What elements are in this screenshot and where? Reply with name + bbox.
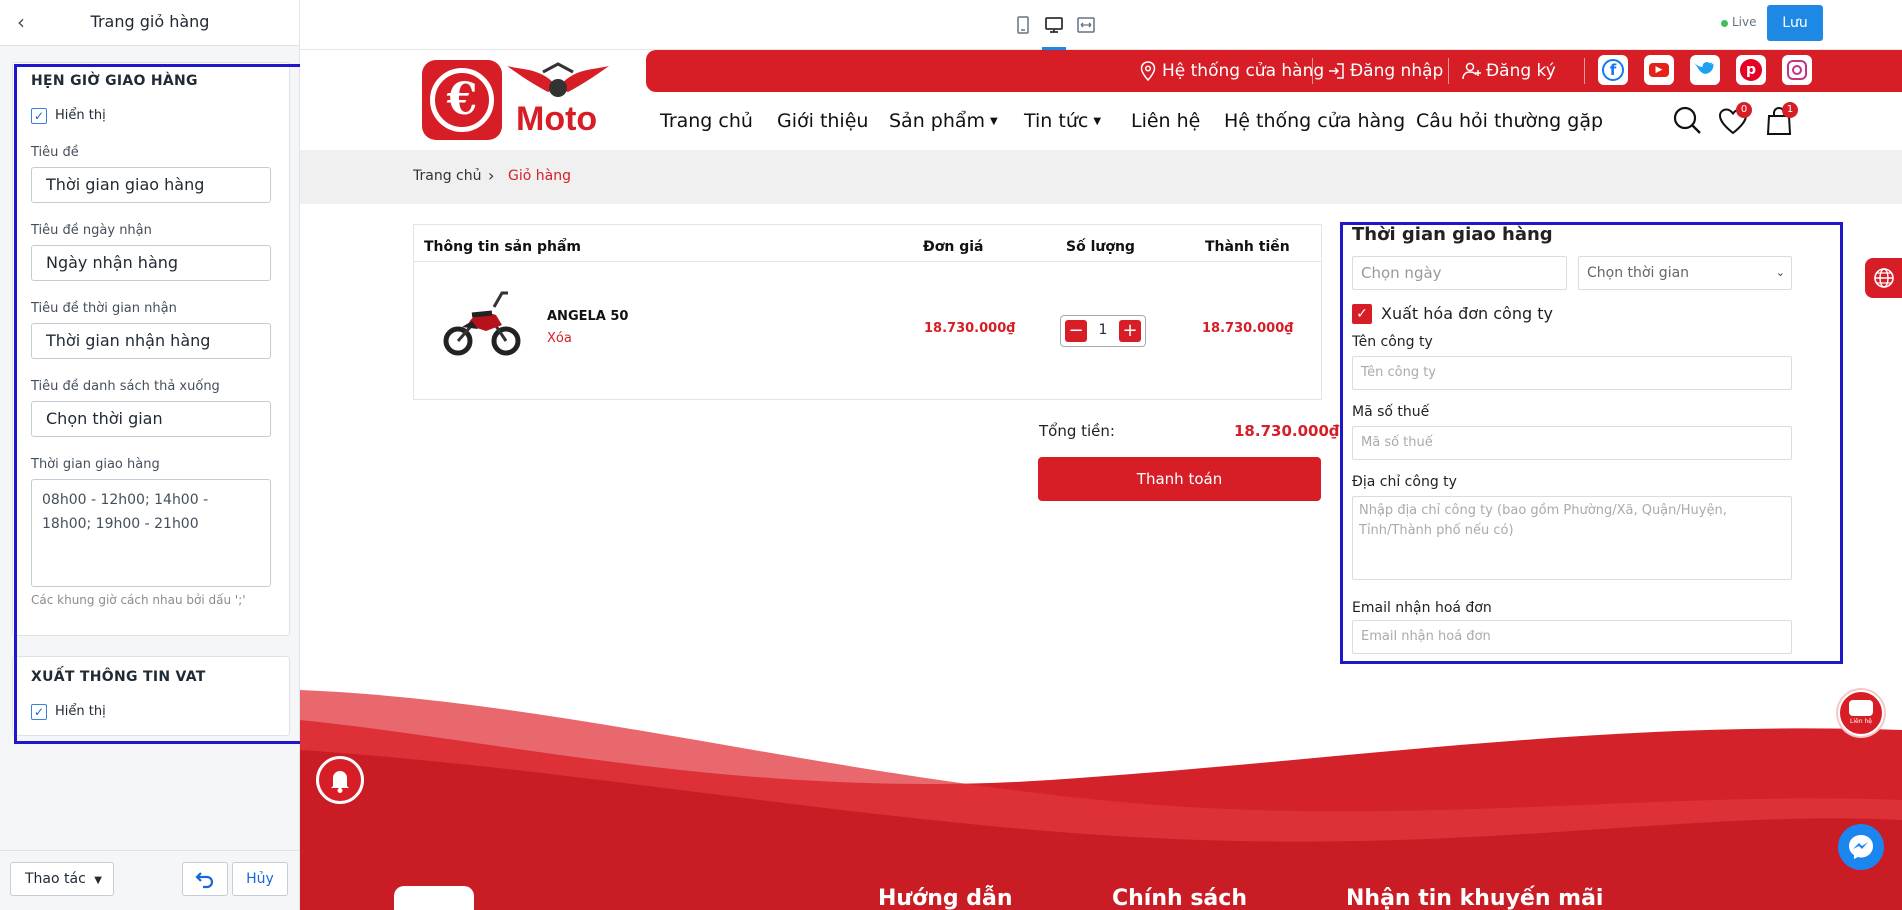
col-header-total: Thành tiền	[1205, 239, 1290, 255]
top-info-bar: Hệ thống cửa hàng Đăng nhập Đăng ký f ▶ …	[646, 50, 1902, 92]
wishlist-count-badge: 0	[1736, 102, 1752, 118]
euro-icon: €	[430, 68, 494, 132]
col-header-product: Thông tin sản phẩm	[424, 239, 581, 255]
back-arrow-icon[interactable]: ‹	[8, 11, 34, 35]
save-button[interactable]: Lưu	[1767, 5, 1823, 41]
nav-products-label: Sản phẩm	[889, 110, 986, 132]
total-label: Tổng tiền:	[1039, 422, 1115, 440]
nav-contact[interactable]: Liên hệ	[1131, 110, 1200, 132]
nav-news-label: Tin tức	[1024, 110, 1089, 132]
col-header-quantity: Số lượng	[1066, 239, 1135, 255]
search-icon[interactable]	[1672, 105, 1702, 135]
quantity-value[interactable]: 1	[1091, 322, 1115, 338]
globe-icon	[1874, 268, 1894, 288]
register-icon	[1462, 62, 1481, 80]
caret-down-icon: ▼	[94, 875, 102, 886]
contact-widget-label: Liên hệ	[1850, 718, 1872, 725]
highlight-box-sidebar	[14, 64, 306, 744]
footer-heading-policy: Chính sách	[1112, 886, 1247, 910]
total-value: 18.730.000₫	[1234, 422, 1340, 440]
checkout-button[interactable]: Thanh toán	[1038, 457, 1321, 501]
breadcrumb-home[interactable]: Trang chủ	[413, 168, 481, 184]
youtube-icon[interactable]: ▶	[1644, 55, 1674, 85]
footer-heading-newsletter: Nhận tin khuyến mãi	[1346, 886, 1604, 910]
breadcrumb-current: Giỏ hàng	[508, 168, 571, 184]
mobile-view-icon[interactable]	[1012, 14, 1034, 36]
undo-button[interactable]	[182, 862, 228, 896]
register-link[interactable]: Đăng ký	[1486, 61, 1556, 81]
line-total: 18.730.000₫	[1202, 321, 1294, 336]
sidebar-title: Trang giỏ hàng	[90, 12, 210, 31]
divider	[414, 261, 1321, 262]
bell-icon	[331, 771, 349, 793]
footer-wave-background	[300, 690, 1902, 910]
breadcrumb: Trang chủ › Giỏ hàng	[300, 150, 1902, 204]
store-system-link[interactable]: Hệ thống cửa hàng	[1162, 61, 1324, 81]
cart-count-badge: 1	[1782, 102, 1798, 118]
messenger-icon	[1849, 835, 1873, 859]
login-icon	[1329, 63, 1344, 79]
nav-products[interactable]: Sản phẩm ▼	[889, 110, 998, 132]
instagram-icon[interactable]	[1782, 55, 1812, 85]
sidebar-header: ‹ Trang giỏ hàng	[0, 0, 299, 46]
location-pin-icon	[1140, 61, 1156, 81]
live-status-dot	[1721, 20, 1728, 27]
logo-wings-icon	[507, 62, 609, 97]
highlight-box-delivery-form	[1340, 222, 1843, 664]
chat-bubble-icon	[1849, 700, 1873, 716]
divider	[1448, 58, 1449, 84]
quantity-stepper: − 1 +	[1060, 315, 1146, 347]
product-name[interactable]: ANGELA 50	[547, 309, 628, 324]
decrease-quantity-button[interactable]: −	[1065, 320, 1087, 342]
product-image[interactable]	[442, 285, 522, 357]
remove-link[interactable]: Xóa	[547, 331, 572, 346]
nav-about[interactable]: Giới thiệu	[777, 110, 868, 132]
unit-price: 18.730.000₫	[924, 321, 1016, 336]
nav-home[interactable]: Trang chủ	[660, 110, 753, 132]
editor-toolbar	[300, 0, 1902, 50]
fullwidth-view-icon[interactable]	[1075, 14, 1097, 36]
caret-down-icon: ▼	[1093, 116, 1102, 127]
breadcrumb-separator-icon: ›	[488, 166, 495, 185]
increase-quantity-button[interactable]: +	[1119, 320, 1141, 342]
cancel-button[interactable]: Hủy	[232, 862, 288, 896]
login-link[interactable]: Đăng nhập	[1350, 61, 1443, 81]
sidebar-footer: Thao tác ▼ Hủy	[0, 850, 299, 910]
col-header-price: Đơn giá	[923, 239, 984, 255]
contact-widget-button[interactable]: Liên hệ	[1838, 690, 1884, 736]
footer-heading-guide: Hướng dẫn	[878, 886, 1013, 910]
notification-bell-button[interactable]	[316, 756, 364, 804]
divider	[1584, 58, 1585, 84]
logo-text: Moto	[516, 100, 598, 138]
facebook-icon[interactable]: f	[1598, 55, 1628, 85]
nav-news[interactable]: Tin tức ▼	[1024, 110, 1101, 132]
desktop-view-icon[interactable]	[1043, 14, 1065, 36]
divider	[1312, 58, 1313, 84]
live-status-label: Live	[1732, 15, 1757, 29]
caret-down-icon: ▼	[990, 116, 998, 127]
logo-mark: €	[422, 60, 502, 140]
nav-faq[interactable]: Câu hỏi thường gặp	[1416, 110, 1603, 132]
footer-logo	[394, 886, 474, 910]
undo-icon	[195, 872, 214, 889]
pinterest-icon[interactable]: p	[1736, 55, 1766, 85]
nav-store-system[interactable]: Hệ thống cửa hàng	[1224, 110, 1405, 132]
actions-label: Thao tác	[25, 871, 86, 887]
twitter-icon[interactable]	[1690, 55, 1720, 85]
language-globe-button[interactable]	[1865, 258, 1902, 298]
cart-table: Thông tin sản phẩm Đơn giá Số lượng Thàn…	[413, 224, 1322, 400]
messenger-button[interactable]	[1838, 824, 1884, 870]
actions-dropdown-button[interactable]: Thao tác ▼	[10, 862, 114, 896]
